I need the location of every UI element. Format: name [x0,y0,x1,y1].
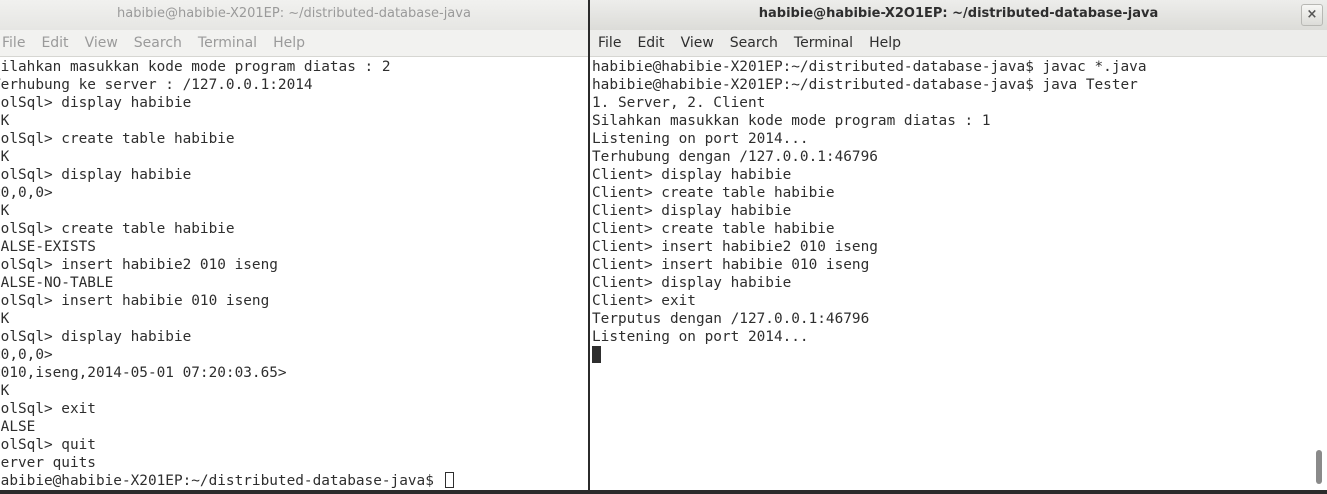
right-terminal-output[interactable]: habibie@habibie-X201EP:~/distributed-dat… [592,57,1327,494]
terminal-line: LolSql> display habibie [0,95,192,111]
menu-edit[interactable]: Edit [33,30,76,56]
terminal-line: FALSE-NO-TABLE [0,275,114,291]
terminal-line: Client> create table habibie [592,185,835,201]
right-window-title: habibie@habibie-X2O1EP: ~/distributed-da… [758,6,1159,21]
terminal-line: <0,0,0> [0,185,53,201]
menu-file[interactable]: File [0,30,33,56]
terminal-line: Client> exit [592,293,696,309]
left-terminal-window[interactable]: habibie@habibie-X201EP: ~/distributed-da… [0,0,588,494]
terminal-line: Client> display habibie [592,203,792,219]
terminal-line: LolSql> exit [0,401,96,417]
menu-help[interactable]: Help [861,30,909,56]
left-window-title: habibie@habibie-X201EP: ~/distributed-da… [117,6,471,21]
terminal-line: habibie@habibie-X201EP:~/distributed-dat… [592,59,1147,75]
right-terminal-window[interactable]: habibie@habibie-X2O1EP: ~/distributed-da… [590,0,1327,494]
terminal-line: 1. Server, 2. Client [592,95,766,111]
right-window-titlebar[interactable]: habibie@habibie-X2O1EP: ~/distributed-da… [590,0,1327,30]
left-terminal-output[interactable]: Silahkan masukkan kode mode program diat… [0,57,588,494]
menu-terminal[interactable]: Terminal [786,30,861,56]
terminal-line: Silahkan masukkan kode mode program diat… [0,59,391,75]
menu-terminal[interactable]: Terminal [190,30,265,56]
terminal-line: FALSE [0,419,36,435]
terminal-line: <010,iseng,2014-05-01 07:20:03.65> [0,365,287,381]
terminal-line: FALSE-EXISTS [0,239,96,255]
terminal-line: OK [0,203,10,219]
close-button[interactable]: × [1301,4,1323,26]
terminal-line: Listening on port 2014... [592,131,809,147]
terminal-line: Terputus dengan /127.0.0.1:46796 [592,311,870,327]
terminal-line: Client> insert habibie2 010 iseng [592,239,878,255]
text-cursor [444,472,454,488]
terminal-line: habibie@habibie-X201EP:~/distributed-dat… [592,77,1138,93]
menu-search[interactable]: Search [722,30,786,56]
terminal-line: LolSql> create table habibie [0,221,235,237]
terminal-line: LolSql> create table habibie [0,131,235,147]
scrollbar-thumb[interactable] [1316,450,1322,484]
terminal-line: LolSql> insert habibie 010 iseng [0,293,270,309]
close-icon: × [1306,7,1318,22]
terminal-cursor-line [592,346,1327,364]
menu-edit[interactable]: Edit [629,30,672,56]
terminal-line: LolSql> insert habibie2 010 iseng [0,257,278,273]
terminal-prompt: habibie@habibie-X201EP:~/distributed-dat… [0,473,443,489]
menu-file[interactable]: File [590,30,629,56]
terminal-line: OK [0,149,10,165]
terminal-line: OK [0,383,10,399]
scrollbar[interactable] [1313,57,1325,494]
desktop-background [0,490,1327,494]
terminal-line: Client> create table habibie [592,221,835,237]
terminal-line: Terhubung dengan /127.0.0.1:46796 [592,149,878,165]
terminal-line: LolSql> display habibie [0,167,192,183]
terminal-line: LolSql> quit [0,437,96,453]
terminal-line: Silahkan masukkan kode mode program diat… [592,113,991,129]
menu-view[interactable]: View [673,30,722,56]
terminal-line: Client> display habibie [592,167,792,183]
terminal-line: Listening on port 2014... [592,329,809,345]
terminal-line: Terhubung ke server : /127.0.0.1:2014 [0,77,313,93]
menu-view[interactable]: View [77,30,126,56]
terminal-line: server quits [0,455,96,471]
terminal-line: OK [0,113,10,129]
menu-help[interactable]: Help [265,30,313,56]
terminal-line: <0,0,0> [0,347,53,363]
menu-search[interactable]: Search [126,30,190,56]
terminal-prompt-line: habibie@habibie-X201EP:~/distributed-dat… [0,472,588,490]
left-window-titlebar[interactable]: habibie@habibie-X201EP: ~/distributed-da… [0,0,588,30]
right-menubar: File Edit View Search Terminal Help [590,30,1327,57]
text-cursor [592,346,601,363]
terminal-line: LolSql> display habibie [0,329,192,345]
terminal-line: Client> display habibie [592,275,792,291]
terminal-line: OK [0,311,10,327]
terminal-line: Client> insert habibie 010 iseng [592,257,870,273]
left-menubar: File Edit View Search Terminal Help [0,30,588,57]
